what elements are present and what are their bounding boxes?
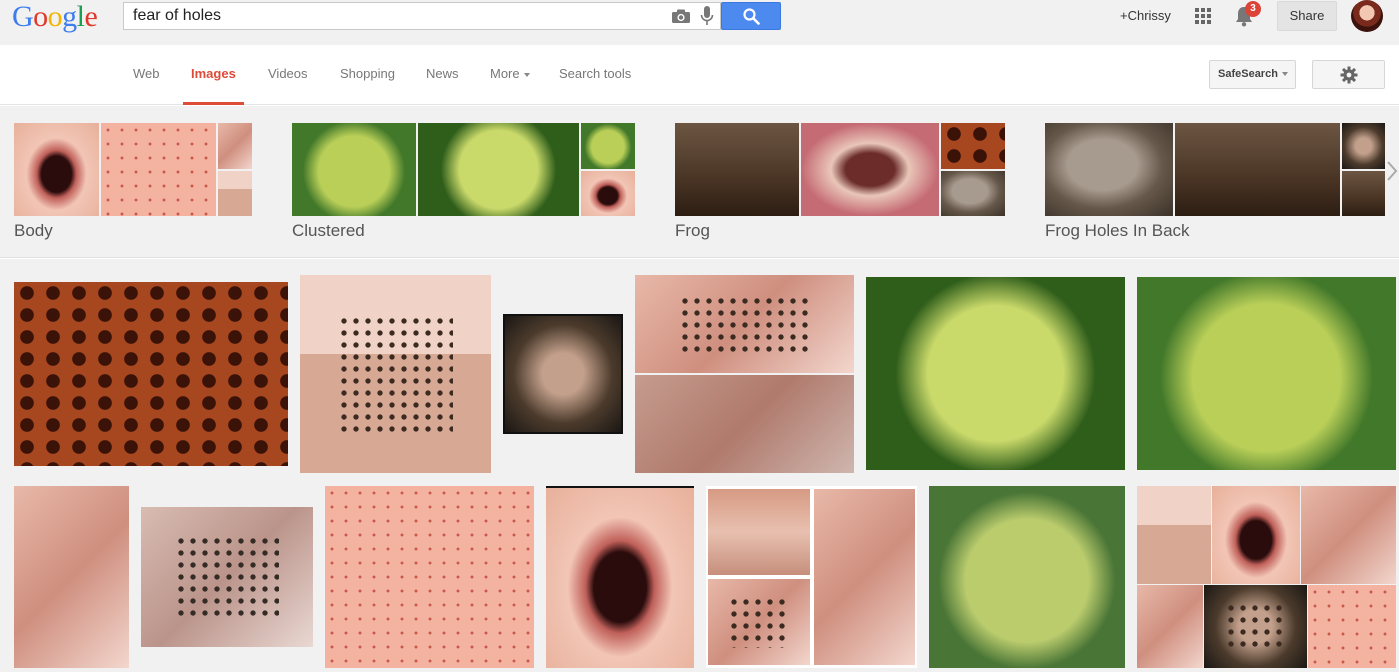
safesearch-label: SafeSearch — [1218, 68, 1278, 80]
related-thumbnail — [1342, 171, 1385, 216]
user-profile-link[interactable]: +Chrissy — [1120, 8, 1171, 23]
related-search-label: Body — [14, 221, 53, 240]
related-thumbnail — [101, 123, 216, 216]
search-box — [123, 2, 721, 30]
google-logo[interactable]: Google — [12, 0, 98, 34]
avatar[interactable] — [1351, 0, 1383, 32]
chevron-down-icon — [1281, 72, 1288, 77]
active-tab-indicator — [183, 102, 244, 105]
tab-videos[interactable]: Videos — [268, 66, 308, 81]
related-search-label: Frog Holes In Back — [1045, 221, 1190, 240]
tab-more-label: More — [490, 66, 520, 81]
apps-grid-icon[interactable] — [1195, 8, 1211, 24]
image-result[interactable] — [866, 277, 1125, 470]
microphone-icon[interactable] — [700, 6, 714, 26]
chevron-right-icon[interactable] — [1385, 156, 1399, 186]
related-search-label: Frog — [675, 221, 710, 240]
image-result[interactable] — [14, 282, 288, 466]
image-result[interactable] — [635, 275, 854, 473]
related-search-frog-holes-in-back[interactable]: Frog Holes In Back — [1045, 123, 1385, 240]
image-result-part — [1301, 486, 1396, 584]
image-result-part — [708, 489, 810, 575]
gear-icon — [1340, 66, 1358, 84]
tab-web[interactable]: Web — [133, 66, 160, 81]
related-thumbnail — [218, 171, 252, 216]
image-result[interactable] — [929, 486, 1125, 668]
search-type-nav: Web Images Videos Shopping News More Sea… — [0, 45, 1399, 105]
image-result[interactable] — [300, 275, 491, 473]
tab-more[interactable]: More — [490, 66, 530, 81]
related-thumbnail — [418, 123, 579, 216]
image-result[interactable] — [546, 486, 694, 668]
related-thumbnail — [1045, 123, 1173, 216]
search-icon — [743, 8, 760, 25]
image-result[interactable] — [503, 314, 623, 434]
notification-count-badge[interactable]: 3 — [1245, 1, 1261, 17]
related-thumbnail — [218, 123, 252, 169]
image-result[interactable] — [325, 486, 534, 668]
related-thumbnail — [941, 171, 1005, 216]
image-result[interactable] — [1137, 486, 1396, 668]
image-result-part — [1137, 486, 1211, 584]
share-button[interactable]: Share — [1277, 1, 1337, 31]
image-result-part — [1204, 585, 1307, 668]
related-thumbnail — [801, 123, 939, 216]
related-thumbnail — [675, 123, 799, 216]
top-bar: Google +Chrissy 3 Share — [0, 0, 1399, 45]
image-result[interactable] — [1137, 277, 1396, 470]
search-input[interactable] — [133, 6, 663, 26]
image-result-part — [635, 275, 854, 373]
image-result[interactable] — [706, 486, 917, 668]
image-result-part — [814, 489, 915, 665]
related-searches-strip: Body Clustered Frog Frog Holes In Back — [0, 106, 1399, 258]
related-search-clustered[interactable]: Clustered — [292, 123, 635, 240]
related-thumbnail — [292, 123, 416, 216]
related-thumbnail — [581, 171, 635, 216]
image-result-part — [1308, 585, 1396, 668]
settings-button[interactable] — [1312, 60, 1385, 89]
related-search-body[interactable]: Body — [14, 123, 252, 240]
tab-shopping[interactable]: Shopping — [340, 66, 395, 81]
related-search-label: Clustered — [292, 221, 365, 240]
image-result-part — [708, 579, 810, 665]
tab-images[interactable]: Images — [191, 66, 236, 81]
search-tools-button[interactable]: Search tools — [559, 66, 631, 81]
related-thumbnail — [1342, 123, 1385, 169]
image-result[interactable] — [14, 486, 129, 668]
related-thumbnail — [1175, 123, 1340, 216]
related-thumbnail — [14, 123, 99, 216]
search-button[interactable] — [721, 2, 781, 30]
related-thumbnail — [581, 123, 635, 169]
chevron-down-icon — [523, 72, 530, 77]
related-search-frog[interactable]: Frog — [675, 123, 1005, 240]
image-result[interactable] — [141, 507, 313, 647]
camera-icon[interactable] — [672, 9, 690, 23]
image-result-part — [1137, 585, 1203, 668]
safesearch-dropdown[interactable]: SafeSearch — [1209, 60, 1296, 89]
image-results-grid — [0, 259, 1399, 672]
image-result-part — [635, 375, 854, 473]
tab-news[interactable]: News — [426, 66, 459, 81]
image-result-part — [1212, 486, 1300, 584]
related-thumbnail — [941, 123, 1005, 169]
